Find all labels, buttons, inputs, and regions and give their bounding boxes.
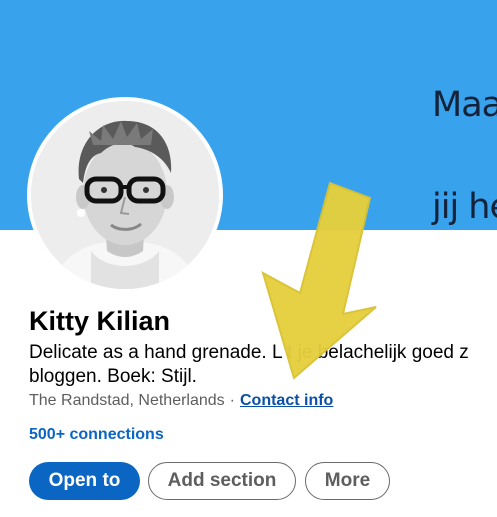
headline-line: bloggen. Boek: Stijl.	[29, 366, 197, 387]
more-button[interactable]: More	[305, 462, 390, 500]
banner-line: Maa	[432, 85, 497, 125]
headline-line: Delicate as a hand grenade. L t je belac…	[29, 342, 469, 363]
location-text: The Randstad, Netherlands	[29, 392, 225, 409]
profile-meta: The Randstad, Netherlands · Contact info	[29, 392, 333, 410]
avatar[interactable]	[27, 97, 223, 293]
banner-line: jij he	[432, 187, 497, 227]
profile-photo	[31, 101, 219, 289]
open-to-button[interactable]: Open to	[29, 462, 140, 500]
profile-headline: Delicate as a hand grenade. L t je belac…	[29, 341, 497, 389]
connections-link[interactable]: 500+ connections	[29, 426, 164, 444]
meta-separator: ·	[229, 392, 235, 409]
contact-info-link[interactable]: Contact info	[240, 392, 333, 409]
add-section-button[interactable]: Add section	[148, 462, 296, 500]
profile-name: Kitty Kilian	[29, 306, 171, 336]
banner-text: Maa jij he geen nodi	[432, 20, 497, 230]
